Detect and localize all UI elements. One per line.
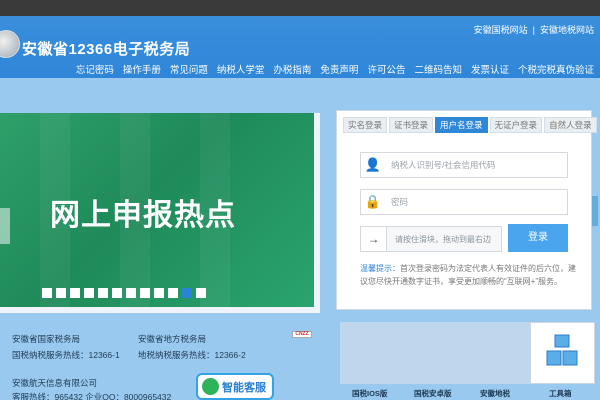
app-ios-qrcode[interactable]	[340, 322, 405, 384]
main-nav: 忘记密码 操作手册 常见问题 纳税人学堂 办税指南 免责声明 许可公告 二维码告…	[76, 62, 594, 76]
banner-headline: 网上申报热点	[50, 199, 236, 232]
headset-icon	[202, 378, 219, 395]
banner-dot[interactable]	[112, 288, 122, 298]
banner-dot[interactable]	[98, 288, 108, 298]
cubes-icon	[546, 334, 578, 366]
nav-taxpayer-school[interactable]: 纳税人学堂	[217, 62, 265, 76]
app-label-android: 国税安卓版	[414, 389, 452, 398]
slider-hint: 请按住滑块，拖动到最右边	[395, 235, 491, 244]
tab-no-cert-login[interactable]: 无证户登录	[489, 117, 543, 133]
banner-dot[interactable]	[56, 288, 66, 298]
smart-service-button[interactable]: 智能客服	[196, 373, 274, 400]
cnzz-badge[interactable]: CNZZ	[292, 331, 312, 338]
app-label-toolbox: 工具箱	[549, 389, 572, 398]
login-button[interactable]: 登录	[508, 224, 568, 252]
nav-faq[interactable]: 常见问题	[170, 62, 208, 76]
banner-dots	[42, 288, 206, 298]
taxpayer-id-input[interactable]: 👤 纳税人识别号/社会信用代码	[360, 152, 568, 178]
top-link-separator: |	[532, 25, 535, 35]
app-android-qrcode[interactable]	[404, 322, 469, 384]
company-name: 安徽航天信息有限公司	[12, 378, 98, 388]
nav-manual[interactable]: 操作手册	[123, 62, 161, 76]
nav-license-notice[interactable]: 许可公告	[367, 62, 405, 76]
password-input[interactable]: 🔒 密码	[360, 189, 568, 215]
site-title: 安徽省12366电子税务局	[22, 41, 191, 58]
app-local-tax-qrcode[interactable]	[468, 322, 533, 384]
banner-dot[interactable]	[84, 288, 94, 298]
banner-dot[interactable]	[42, 288, 52, 298]
top-link-local-tax[interactable]: 安徽地税网站	[540, 23, 594, 36]
toolbox-tile[interactable]	[530, 322, 595, 384]
taxpayer-id-placeholder: 纳税人识别号/社会信用代码	[391, 160, 496, 170]
nav-forgot-password[interactable]: 忘记密码	[76, 62, 114, 76]
nav-qrcode-notice[interactable]: 二维码告知	[414, 62, 462, 76]
hot-topic-banner[interactable]: 网上申报热点	[0, 113, 320, 313]
national-tax-hotline: 国税纳税服务热线：12366-1	[12, 350, 120, 360]
banner-prev-arrow[interactable]	[0, 208, 10, 244]
app-label-ios: 国税IOS版	[352, 389, 388, 398]
banner-dot[interactable]	[140, 288, 150, 298]
local-tax-name: 安徽省地方税务局	[138, 334, 207, 344]
user-icon: 👤	[364, 157, 382, 172]
banner-dot[interactable]	[182, 288, 192, 298]
login-tabs: 实名登录 证书登录 用户名登录 无证户登录 自然人登录	[337, 117, 597, 135]
tax-bureau-logo	[0, 30, 20, 58]
app-label-local-tax: 安徽地税	[480, 389, 510, 398]
nav-tax-guide[interactable]: 办税指南	[273, 62, 311, 76]
top-link-national-tax[interactable]: 安徽国税网站	[474, 23, 528, 36]
national-tax-name: 安徽省国家税务局	[12, 334, 81, 344]
login-tip: 温馨提示：首次登录密码为法定代表人有效证件的后六位，建议您尽快开通数字证书，享受…	[360, 262, 576, 288]
tab-realname-login[interactable]: 实名登录	[343, 117, 388, 133]
banner-dot[interactable]	[168, 288, 178, 298]
banner-dot[interactable]	[154, 288, 164, 298]
nav-tax-verify[interactable]: 个税完税真伪验证	[518, 62, 594, 76]
password-placeholder: 密码	[391, 197, 409, 207]
tab-natural-person-login[interactable]: 自然人登录	[544, 117, 597, 133]
slider-handle[interactable]: →	[361, 227, 387, 251]
tab-certificate-login[interactable]: 证书登录	[389, 117, 434, 133]
tab-username-login[interactable]: 用户名登录	[435, 117, 488, 133]
slider-captcha[interactable]: → 请按住滑块，拖动到最右边	[360, 226, 502, 252]
smart-service-label: 智能客服	[222, 382, 266, 394]
tip-label: 温馨提示：	[360, 264, 400, 273]
company-contact: 客服热线：965432 企业QQ：8000965432	[12, 392, 172, 400]
top-links: 安徽国税网站 | 安徽地税网站	[474, 23, 594, 36]
header: 安徽省12366电子税务局 安徽国税网站 | 安徽地税网站 忘记密码 操作手册 常见…	[0, 16, 600, 78]
lock-icon: 🔒	[364, 194, 382, 209]
nav-invoice-auth[interactable]: 发票认证	[471, 62, 509, 76]
banner-dot[interactable]	[126, 288, 136, 298]
nav-disclaimer[interactable]: 免责声明	[320, 62, 358, 76]
banner-dot[interactable]	[70, 288, 80, 298]
banner-dot[interactable]	[196, 288, 206, 298]
local-tax-hotline: 地税纳税服务热线：12366-2	[138, 350, 246, 360]
top-strip	[0, 0, 600, 16]
